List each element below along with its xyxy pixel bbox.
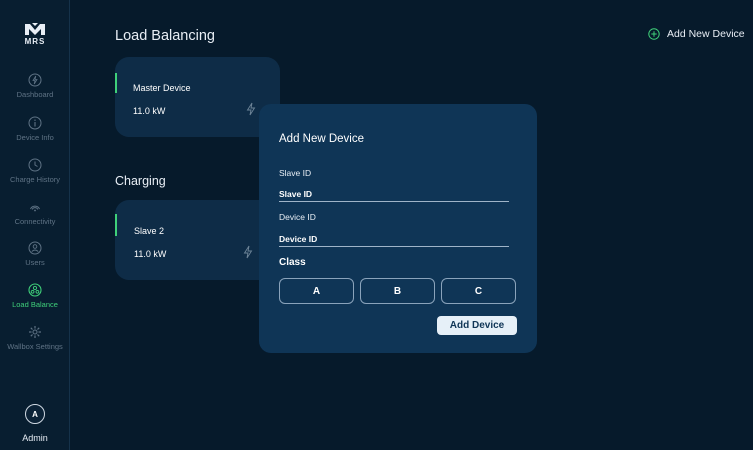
device-name: Master Device: [133, 83, 191, 93]
clock-icon: [28, 158, 42, 172]
sidebar-item-dashboard[interactable]: Dashboard: [0, 73, 70, 113]
page-title: Load Balancing: [115, 28, 215, 44]
charging-device-card[interactable]: Slave 2 11.0 kW: [115, 200, 280, 280]
card-accent: [115, 73, 117, 93]
slave-id-input[interactable]: [279, 186, 509, 202]
sidebar-item-connectivity[interactable]: Connectivity: [0, 200, 70, 240]
admin-profile[interactable]: A Admin: [0, 404, 70, 443]
sidebar-item-wallbox-settings[interactable]: Wallbox Settings: [0, 325, 70, 365]
logo-text: MRS: [24, 37, 46, 46]
sidebar-item-label: Device Info: [16, 133, 54, 142]
add-new-device-link[interactable]: Add New Device: [648, 28, 745, 40]
sidebar-item-label: Connectivity: [14, 217, 56, 226]
master-device-card[interactable]: Master Device 11.0 kW: [115, 57, 280, 137]
device-power: 11.0 kW: [133, 106, 166, 116]
load-balance-icon: [28, 283, 42, 297]
sidebar-item-label: Users: [25, 258, 45, 267]
sidebar-item-label: Load Balance: [12, 300, 58, 309]
sidebar-item-label: Dashboard: [16, 90, 54, 99]
device-power: 11.0 kW: [134, 249, 167, 259]
sidebar-item-load-balance[interactable]: Load Balance: [0, 283, 70, 323]
wifi-icon: [30, 205, 40, 212]
dashboard-icon: [28, 73, 42, 87]
sidebar-item-label: Charge History: [9, 175, 61, 184]
device-id-input[interactable]: [279, 231, 509, 247]
device-name: Slave 2: [134, 226, 165, 236]
logo-icon: [25, 23, 45, 35]
plus-circle-icon: [648, 28, 660, 40]
add-device-modal: Add New Device Slave ID Device ID Class …: [259, 104, 537, 353]
user-icon: [28, 241, 42, 255]
gear-icon: [29, 326, 41, 338]
class-c-button[interactable]: C: [441, 278, 516, 304]
sidebar-item-device-info[interactable]: Device Info: [0, 116, 70, 156]
bolt-icon: [243, 245, 253, 259]
avatar[interactable]: A: [25, 404, 45, 424]
sidebar-item-label: Wallbox Settings: [7, 342, 63, 351]
card-accent: [115, 214, 117, 236]
slave-id-label: Slave ID: [279, 168, 312, 178]
device-id-label: Device ID: [279, 212, 316, 222]
modal-title: Add New Device: [279, 133, 365, 145]
add-new-device-label: Add New Device: [667, 28, 745, 40]
section-title-charging: Charging: [115, 174, 166, 188]
brand-logo: MRS: [0, 22, 70, 46]
class-label: Class: [279, 257, 306, 268]
admin-label: Admin: [22, 433, 48, 443]
sidebar-item-charge-history[interactable]: Charge History: [0, 158, 70, 198]
sidebar: MRS Dashboard Device Info Charge History: [0, 0, 70, 450]
class-a-button[interactable]: A: [279, 278, 354, 304]
info-icon: [28, 116, 42, 130]
sidebar-item-users[interactable]: Users: [0, 241, 70, 281]
app-root: MRS Dashboard Device Info Charge History: [0, 0, 753, 450]
add-device-button[interactable]: Add Device: [437, 316, 517, 335]
class-b-button[interactable]: B: [360, 278, 435, 304]
bolt-icon: [246, 102, 256, 116]
